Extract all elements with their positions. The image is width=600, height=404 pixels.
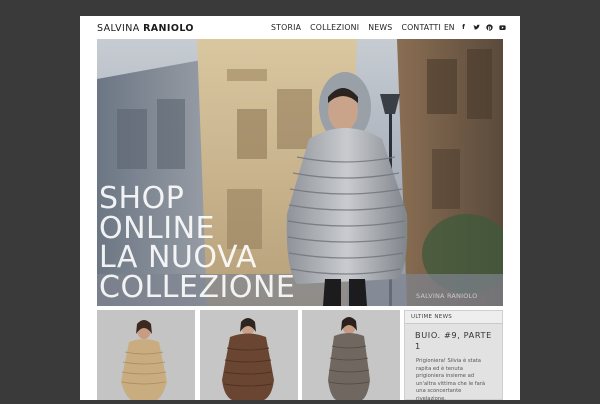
news-box: ULTIME NEWS BUIO. #9, PARTE 1 Prigionier… (404, 310, 503, 402)
nav-storia[interactable]: STORIA (271, 23, 301, 32)
hero-line-4: COLLEZIONE (99, 269, 296, 305)
news-title[interactable]: BUIO. #9, PARTE 1 (405, 324, 502, 352)
news-excerpt: Prigioniera! Silvia è stata rapita ed è … (416, 358, 486, 402)
svg-text:p: p (488, 25, 492, 31)
logo-second: RANIOLO (143, 23, 194, 34)
thumb-photo-2 (200, 310, 298, 400)
hero-line-2: ONLINE (99, 210, 216, 246)
nav-contatti[interactable]: CONTATTI (401, 23, 441, 32)
pinterest-icon[interactable]: p (486, 24, 493, 31)
news-header: ULTIME NEWS (405, 311, 502, 324)
youtube-icon[interactable] (499, 24, 506, 31)
logo-first: SALVINA (97, 23, 140, 34)
facebook-icon[interactable]: f (460, 24, 467, 31)
thumb-photo-3 (302, 310, 400, 400)
hero-watermark: SALVINA RANIOLO (416, 292, 478, 300)
thumb-photo-1 (97, 310, 195, 400)
brand-logo[interactable]: SALVINA RANIOLO (97, 23, 194, 34)
nav-news[interactable]: NEWS (368, 23, 392, 32)
hero-line-3: LA NUOVA (99, 240, 258, 275)
thumb-grey-fur-coat[interactable] (302, 310, 400, 400)
page-container: SALVINA RANIOLO STORIA COLLEZIONI NEWS C… (80, 16, 520, 402)
thumb-brown-fur-coat[interactable] (200, 310, 298, 400)
main-nav: STORIA COLLEZIONI NEWS CONTATTI (271, 23, 450, 32)
social-links: f p (460, 24, 506, 31)
hero-banner[interactable]: SHOP ONLINE LA NUOVA COLLEZIONE SALVINA … (97, 39, 503, 306)
language-switch[interactable]: EN (444, 23, 454, 32)
hero-line-1: SHOP (99, 181, 185, 216)
thumb-beige-fur-coat[interactable] (97, 310, 195, 400)
nav-collezioni[interactable]: COLLEZIONI (310, 23, 359, 32)
hero-headline[interactable]: SHOP ONLINE LA NUOVA COLLEZIONE (99, 184, 295, 302)
twitter-icon[interactable] (473, 24, 480, 31)
